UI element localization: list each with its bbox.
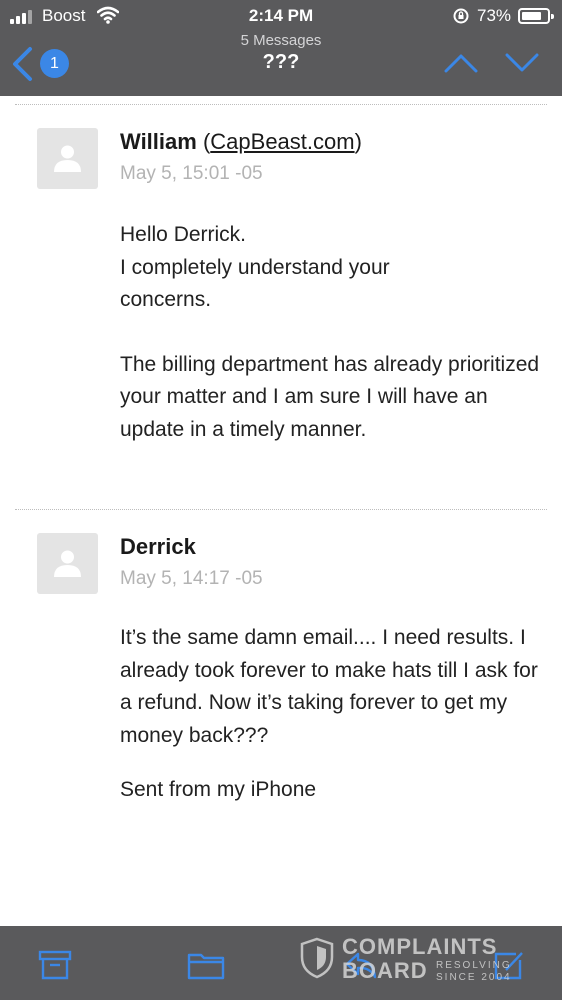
sender-domain-link[interactable]: CapBeast.com bbox=[210, 129, 354, 154]
bottom-toolbar: COMPLAINTS BOARD RESOLVING SINCE 2004 bbox=[0, 926, 562, 1000]
person-icon bbox=[54, 145, 81, 172]
previous-message-icon[interactable] bbox=[444, 52, 478, 79]
body-line: I completely understand your concerns. bbox=[120, 255, 390, 312]
battery-icon bbox=[518, 8, 554, 24]
watermark-line2: BOARD bbox=[342, 958, 428, 983]
body-line: Hello Derrick. bbox=[120, 223, 247, 246]
sender-name: Derrick bbox=[120, 534, 196, 559]
watermark-logo: COMPLAINTS BOARD RESOLVING SINCE 2004 bbox=[300, 934, 540, 994]
signature-line: Sent from my iPhone bbox=[120, 778, 317, 801]
body-line: The billing department has already prior… bbox=[120, 352, 540, 441]
message-body: It’s the same damn email.... I need resu… bbox=[120, 622, 552, 807]
archive-icon[interactable] bbox=[38, 950, 72, 985]
person-icon bbox=[54, 550, 81, 577]
message-divider bbox=[15, 509, 547, 510]
shield-icon bbox=[300, 937, 334, 979]
avatar bbox=[37, 533, 98, 594]
message-date: May 5, 14:17 -05 bbox=[120, 568, 263, 589]
message-date: May 5, 15:01 -05 bbox=[120, 163, 263, 184]
next-message-icon[interactable] bbox=[505, 52, 539, 79]
header-bar: Boost 2:14 PM 73% 1 5 Messages ??? bbox=[0, 0, 562, 96]
status-bar: Boost 2:14 PM 73% bbox=[0, 0, 562, 32]
message-sender: Derrick bbox=[120, 534, 196, 560]
message-body: Hello Derrick. I completely understand y… bbox=[120, 219, 552, 446]
body-line: It’s the same damn email.... I need resu… bbox=[120, 626, 538, 747]
rotation-lock-icon bbox=[452, 7, 470, 30]
watermark-line1: COMPLAINTS bbox=[342, 934, 498, 959]
folder-icon[interactable] bbox=[187, 950, 225, 985]
watermark-tag1: RESOLVING bbox=[436, 960, 512, 971]
battery-percent: 73% bbox=[477, 6, 512, 25]
sender-name: William bbox=[120, 129, 197, 154]
message-count: 5 Messages bbox=[240, 32, 322, 49]
sender-domain-close: ) bbox=[354, 129, 362, 154]
message-sender: William (CapBeast.com) bbox=[120, 129, 362, 155]
watermark-tag2: SINCE 2004 bbox=[436, 972, 512, 983]
message-divider bbox=[15, 104, 547, 105]
avatar bbox=[37, 128, 98, 189]
